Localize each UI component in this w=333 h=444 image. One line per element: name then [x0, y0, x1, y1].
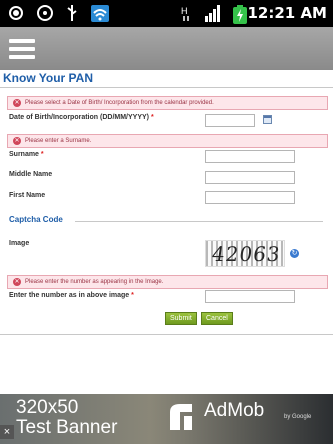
captcha-noise [206, 241, 284, 266]
surname-error-message: ✕ Please enter a Surname. [7, 134, 328, 148]
captcha-error-text: Please enter the number as appearing in … [25, 279, 164, 285]
menu-icon[interactable] [9, 39, 35, 59]
ad-size-text: 320x50 [16, 397, 79, 418]
usb-icon [67, 5, 77, 21]
divider [75, 221, 323, 222]
error-icon: ✕ [13, 278, 21, 286]
dob-error-message: ✕ Please select a Date of Birth/ Incorpo… [7, 96, 328, 110]
error-icon: ✕ [13, 137, 21, 145]
ad-title-text: Test Banner [16, 417, 118, 438]
cancel-button[interactable]: Cancel [201, 312, 233, 325]
captcha-number-label: Enter the number as in above image * [9, 292, 134, 299]
divider [0, 87, 333, 88]
page-title: Know Your PAN [3, 71, 93, 85]
ad-by-google-text: by Google [284, 414, 312, 420]
signal-h-icon: H [181, 6, 189, 21]
middle-name-input[interactable] [205, 171, 295, 184]
disc-icon [37, 5, 53, 21]
first-name-label: First Name [9, 192, 46, 199]
dob-label: Date of Birth/Incorporation (DD/MM/YYYY)… [9, 114, 154, 121]
refresh-captcha-icon[interactable]: ↻ [290, 249, 299, 258]
ad-banner[interactable]: 320x50 Test Banner × AdMob by Google [0, 394, 333, 444]
ad-close-button[interactable]: × [0, 425, 14, 439]
dob-input[interactable] [205, 114, 255, 127]
captcha-image-label: Image [9, 240, 30, 247]
error-icon: ✕ [13, 99, 21, 107]
surname-error-text: Please enter a Surname. [25, 138, 92, 144]
captcha-image: 42063 [205, 240, 285, 267]
surname-input[interactable] [205, 150, 295, 163]
svg-text:H: H [181, 6, 188, 16]
required-marker: * [131, 292, 134, 299]
ad-brand-text: AdMob [204, 400, 265, 421]
battery-charging-icon [233, 5, 247, 24]
signal-strength-icon [205, 5, 220, 22]
captcha-error-message: ✕ Please enter the number as appearing i… [7, 275, 328, 289]
status-bar: H 12:21 AM [0, 0, 333, 27]
app-bar [0, 27, 333, 70]
required-marker: * [40, 151, 44, 158]
dob-error-text: Please select a Date of Birth/ Incorpora… [25, 100, 214, 106]
clock: 12:21 AM [247, 4, 327, 22]
admob-logo-icon [170, 404, 192, 430]
first-name-input[interactable] [205, 191, 295, 204]
surname-label: Surname * [9, 151, 44, 158]
middle-name-label: Middle Name [9, 171, 53, 178]
whatsapp-icon [9, 6, 23, 20]
captcha-number-input[interactable] [205, 290, 295, 303]
captcha-section-heading: Captcha Code [9, 215, 63, 224]
wifi-icon [91, 5, 109, 22]
required-marker: * [150, 114, 154, 121]
calendar-icon[interactable] [263, 115, 272, 124]
submit-button[interactable]: Submit [165, 312, 197, 325]
divider [0, 334, 333, 335]
